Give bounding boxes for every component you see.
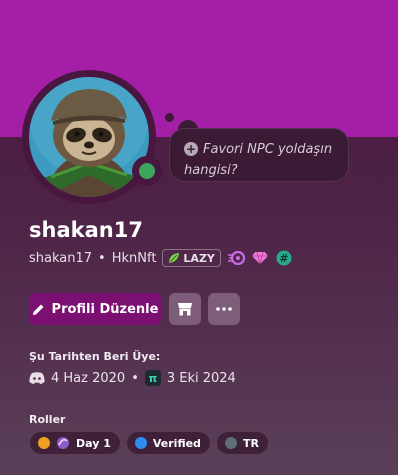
separator-dot: • xyxy=(131,370,139,386)
role-day-1[interactable]: Day 1 xyxy=(29,431,121,455)
role-color-dot xyxy=(134,437,147,449)
server-join-date: 3 Eki 2024 xyxy=(166,370,236,386)
discord-icon xyxy=(29,372,45,384)
custom-status-bubble[interactable]: + Favori NPC yoldaşın hangisi? xyxy=(169,128,349,182)
custom-status-text: Favori NPC yoldaşın hangisi? xyxy=(184,142,333,178)
role-label: Day 1 xyxy=(76,436,111,450)
separator-dot: • xyxy=(98,250,106,266)
nickname: HknNft xyxy=(111,250,157,266)
shop-button[interactable] xyxy=(169,293,201,325)
avatar-sloth-image xyxy=(29,77,149,197)
more-dots-icon xyxy=(216,307,232,311)
role-tr[interactable]: TR xyxy=(215,431,269,455)
role-verified[interactable]: Verified xyxy=(125,431,211,455)
role-color-dot xyxy=(224,437,237,449)
more-options-button[interactable] xyxy=(208,293,240,325)
boost-gem-icon[interactable] xyxy=(251,249,269,267)
member-since-heading: Şu Tarihten Beri Üye: xyxy=(29,350,161,363)
server-icon: π xyxy=(144,370,161,386)
svg-text:#: # xyxy=(279,252,288,265)
avatar[interactable] xyxy=(29,77,149,197)
shop-icon xyxy=(178,303,192,316)
edit-profile-button[interactable]: Profili Düzenle xyxy=(29,293,161,325)
bubble-tail-small xyxy=(165,113,174,122)
clan-tag[interactable]: LAZY xyxy=(162,249,221,267)
username: shakan17 xyxy=(29,250,93,266)
pencil-icon xyxy=(32,304,44,315)
roles-heading: Roller xyxy=(29,413,66,426)
role-label: TR xyxy=(242,436,259,450)
role-badge-icon xyxy=(57,437,69,449)
plus-icon: + xyxy=(184,141,198,156)
profile-subline: shakan17 • HknNft LAZY # xyxy=(29,248,293,268)
roles-list: Day 1 Verified TR xyxy=(29,431,269,455)
member-since-row: 4 Haz 2020 • π 3 Eki 2024 xyxy=(29,368,236,388)
role-label: Verified xyxy=(152,436,201,450)
role-color-dot xyxy=(38,437,50,449)
clan-tag-label: LAZY xyxy=(183,251,215,265)
discord-join-date: 4 Haz 2020 xyxy=(51,370,126,386)
edit-profile-label: Profili Düzenle xyxy=(51,301,159,317)
leaf-icon xyxy=(169,253,180,263)
display-name: shakan17 xyxy=(29,218,143,242)
quest-badge-icon[interactable]: # xyxy=(275,249,293,267)
online-status-icon xyxy=(139,163,155,179)
nitro-badge-icon[interactable] xyxy=(227,249,245,267)
